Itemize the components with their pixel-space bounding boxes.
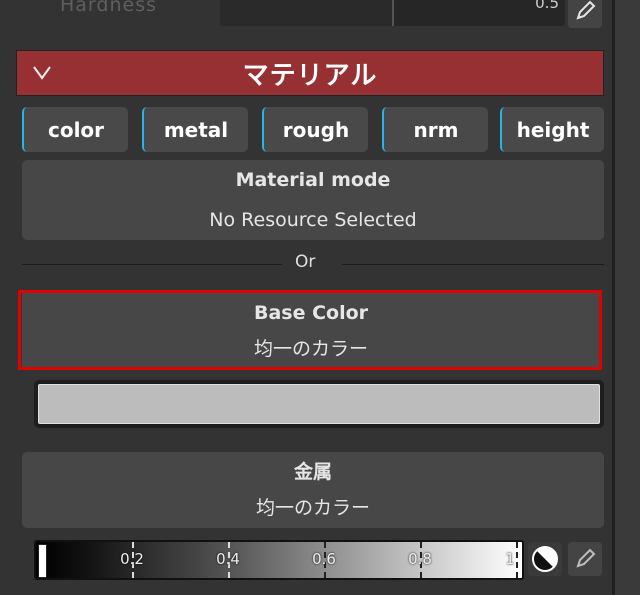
slider-tick: [516, 542, 518, 578]
material-mode-value: No Resource Selected: [209, 209, 417, 231]
hardness-label: Hardness: [60, 0, 157, 16]
divider-line-left: [22, 264, 282, 265]
metal-pencil-button[interactable]: [568, 542, 602, 576]
slider-tick-label: 0.2: [120, 550, 144, 568]
hardness-pencil-button[interactable]: [568, 0, 602, 28]
or-divider: Or: [22, 252, 604, 276]
tab-nrm[interactable]: nrm: [382, 107, 488, 152]
slider-tick-label: 0.6: [312, 550, 336, 568]
or-label: Or: [295, 252, 316, 272]
material-section-header[interactable]: マテリアル: [16, 50, 604, 96]
metal-slider-handle[interactable]: [38, 544, 47, 578]
hardness-value: 0.5: [535, 0, 559, 12]
section-title: マテリアル: [242, 60, 378, 91]
scrollbar[interactable]: [615, 0, 640, 595]
highlight-box: [18, 290, 602, 370]
invert-button[interactable]: [528, 542, 562, 576]
slider-tick-label: 0.4: [216, 550, 240, 568]
material-mode-selector[interactable]: Material mode No Resource Selected: [22, 160, 604, 240]
tab-color[interactable]: color: [22, 107, 128, 152]
pencil-icon: [576, 548, 596, 568]
contrast-icon: [532, 546, 558, 572]
metal-selector[interactable]: 金属 均一のカラー: [22, 452, 604, 528]
material-panel: Hardness 0.5 マテリアル color metal rough nrm…: [0, 0, 615, 595]
tab-rough[interactable]: rough: [262, 107, 368, 152]
slider-tick-label: 0.8: [408, 550, 432, 568]
tab-metal[interactable]: metal: [142, 107, 248, 152]
chevron-down-icon: [33, 66, 51, 80]
hardness-slider[interactable]: 0.5: [220, 0, 565, 26]
base-color-swatch[interactable]: [34, 380, 604, 428]
base-color-swatch-fill: [38, 384, 600, 424]
pencil-icon: [576, 0, 596, 20]
metal-value: 均一のカラー: [255, 497, 370, 519]
material-mode-title: Material mode: [235, 169, 391, 191]
hardness-slider-fill: [220, 0, 394, 26]
divider-line-right: [342, 264, 604, 265]
metal-gradient-slider[interactable]: 0.2 0.4 0.6 0.8 1: [34, 540, 524, 580]
tab-height[interactable]: height: [500, 107, 604, 152]
metal-title: 金属: [293, 461, 332, 483]
slider-tick-label: 1: [505, 550, 515, 568]
